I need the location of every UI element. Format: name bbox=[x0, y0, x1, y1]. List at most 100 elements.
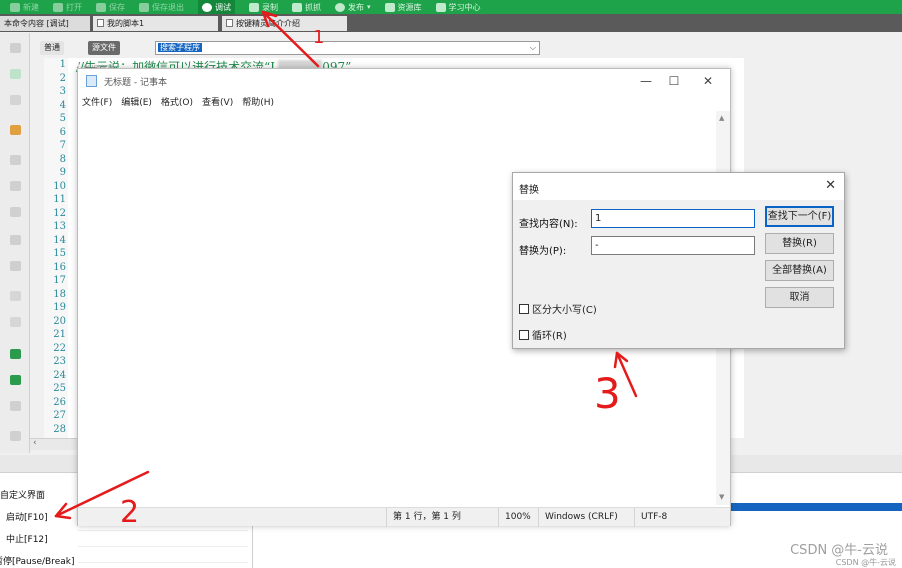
grid-divider bbox=[78, 546, 248, 547]
publish-icon bbox=[335, 2, 345, 12]
line-number: 6 bbox=[59, 126, 66, 138]
comment-icon[interactable] bbox=[10, 235, 21, 245]
hand-icon[interactable] bbox=[10, 125, 21, 135]
subroutine-select[interactable]: 搜索子程序 ⌵ bbox=[155, 41, 540, 55]
match-case-label: 区分大小写(C) bbox=[532, 305, 597, 316]
subroutine-select-value: 搜索子程序 bbox=[158, 43, 202, 52]
replace-label: 替换为(P): bbox=[519, 246, 567, 257]
line-number: 9 bbox=[59, 167, 66, 178]
uncomment-icon[interactable] bbox=[10, 261, 21, 271]
line-number: 22 bbox=[53, 342, 66, 354]
publish-button[interactable]: 发布 ▾ bbox=[335, 2, 371, 13]
match-case-checkbox[interactable]: 区分大小写(C) bbox=[519, 301, 597, 316]
debug-button[interactable]: 调试 bbox=[198, 0, 235, 14]
checkbox-box[interactable] bbox=[519, 303, 529, 314]
maximize-icon[interactable]: ☐ bbox=[660, 72, 688, 90]
chevron-left-icon: ‹ bbox=[33, 438, 37, 448]
line-number: 20 bbox=[53, 315, 66, 327]
capture-button[interactable]: 抓抓 bbox=[292, 2, 321, 13]
start-item[interactable]: 启动[F10] bbox=[6, 510, 48, 523]
notepad-menubar: 文件(F) 编辑(E) 格式(O) 查看(V) 帮助(H) bbox=[82, 95, 274, 108]
image-icon[interactable] bbox=[10, 431, 21, 441]
find-label: 查找内容(N): bbox=[519, 219, 578, 230]
save-button[interactable]: 保存 bbox=[96, 2, 125, 13]
grid-divider bbox=[78, 562, 248, 563]
replace-input[interactable]: - bbox=[591, 236, 755, 255]
tab-label: 按键精灵简介介绍 bbox=[236, 19, 300, 28]
arrow-up-icon[interactable] bbox=[10, 69, 21, 79]
chevron-down-icon: ▾ bbox=[367, 3, 371, 11]
cut-icon[interactable] bbox=[10, 155, 21, 165]
replace-dialog: 替换 ✕ 查找内容(N): 1 替换为(P): - 查找下一个(F) 替换(R)… bbox=[512, 172, 845, 349]
notepad-title: 无标题 - 记事本 bbox=[104, 78, 167, 88]
line-number: 19 bbox=[53, 302, 66, 313]
scroll-up-icon[interactable]: ▲ bbox=[719, 114, 724, 122]
line-number: 10 bbox=[53, 180, 66, 192]
resources-button[interactable]: 资源库 bbox=[384, 2, 422, 13]
wrap-around-label: 循环(R) bbox=[532, 331, 567, 342]
notepad-menu-item[interactable]: 帮助(H) bbox=[242, 95, 274, 108]
learning-icon bbox=[435, 2, 446, 12]
scroll-down-icon[interactable]: ▼ bbox=[719, 493, 724, 501]
line-number: 4 bbox=[59, 99, 66, 111]
resources-icon bbox=[384, 2, 395, 12]
stop-item[interactable]: 中止[F12] bbox=[6, 532, 48, 545]
save-exit-button[interactable]: 保存退出 bbox=[139, 2, 184, 13]
find-icon[interactable] bbox=[10, 401, 21, 411]
redo-icon[interactable] bbox=[10, 317, 21, 327]
line-number: 13 bbox=[53, 221, 66, 232]
custom-ui-item[interactable]: 自定义界面 bbox=[0, 488, 45, 501]
pause-item[interactable]: 暂停[Pause/Break] bbox=[0, 554, 74, 567]
notepad-menu-item[interactable]: 格式(O) bbox=[161, 95, 193, 108]
line-number: 16 bbox=[53, 261, 66, 273]
cancel-button[interactable]: 取消 bbox=[765, 287, 834, 308]
find-input[interactable]: 1 bbox=[591, 209, 755, 228]
screenshot: 新建 打开 保存 保存退出 调试 录制 抓抓 发布 ▾ 资源库 学习中心 本命令内… bbox=[0, 0, 902, 568]
play-icon bbox=[202, 2, 212, 12]
cursor-position: 第 1 行，第 1 列 bbox=[386, 508, 461, 527]
paste-icon[interactable] bbox=[10, 207, 21, 217]
minimize-icon[interactable]: — bbox=[632, 72, 660, 90]
encoding: UTF-8 bbox=[634, 508, 667, 527]
ide-tab-bar: 本命令内容 [调试] 我的脚本1 按键精灵简介介绍 bbox=[0, 14, 902, 32]
undo-icon[interactable] bbox=[10, 291, 21, 301]
notepad-menu-item[interactable]: 文件(F) bbox=[82, 95, 112, 108]
copy-icon[interactable] bbox=[10, 181, 21, 191]
editor-hscrollbar[interactable]: ‹ bbox=[30, 438, 78, 450]
watermark-small: CSDN @牛-云说 bbox=[835, 558, 896, 567]
learning-button[interactable]: 学习中心 bbox=[435, 2, 481, 13]
replace-all-button[interactable]: 全部替换(A) bbox=[765, 260, 834, 281]
line-number: 21 bbox=[53, 329, 66, 340]
tab-intro[interactable]: 按键精灵简介介绍 bbox=[222, 16, 347, 31]
notepad-menu-item[interactable]: 编辑(E) bbox=[121, 95, 152, 108]
line-number: 2 bbox=[59, 72, 66, 84]
line-number: 25 bbox=[53, 383, 66, 394]
publish-label: 发布 bbox=[348, 2, 364, 12]
close-icon[interactable]: ✕ bbox=[694, 72, 722, 90]
close-icon[interactable]: ✕ bbox=[825, 178, 836, 193]
open-button[interactable]: 打开 bbox=[53, 2, 82, 13]
new-button[interactable]: 新建 bbox=[10, 2, 39, 13]
source-view-button[interactable]: 源文件 bbox=[88, 41, 120, 55]
notepad-menu-item[interactable]: 查看(V) bbox=[202, 95, 233, 108]
replace-button[interactable]: 替换(R) bbox=[765, 233, 834, 254]
go-icon[interactable] bbox=[10, 349, 21, 359]
binoculars-icon[interactable] bbox=[10, 375, 21, 385]
arrow-down-icon[interactable] bbox=[10, 43, 21, 53]
plain-view-button[interactable]: 普通 bbox=[40, 41, 64, 55]
close-icon[interactable] bbox=[10, 95, 21, 105]
record-button[interactable]: 录制 bbox=[249, 2, 278, 13]
ide-sub-toolbar: 普通 源文件 搜索子程序 ⌵ bbox=[30, 38, 570, 58]
checkbox-box[interactable] bbox=[519, 329, 529, 340]
tab-my-script[interactable]: 我的脚本1 bbox=[93, 16, 218, 31]
capture-icon bbox=[292, 2, 302, 12]
tab-debug-content[interactable]: 本命令内容 [调试] bbox=[0, 16, 90, 31]
zoom-level: 100% bbox=[498, 508, 531, 527]
save-exit-icon bbox=[139, 2, 149, 12]
find-next-button[interactable]: 查找下一个(F) bbox=[765, 206, 834, 227]
grid-divider bbox=[78, 530, 248, 531]
document-icon bbox=[97, 19, 104, 27]
save-exit-label: 保存退出 bbox=[152, 2, 184, 12]
wrap-around-checkbox[interactable]: 循环(R) bbox=[519, 327, 567, 342]
debug-label: 调试 bbox=[215, 2, 231, 12]
